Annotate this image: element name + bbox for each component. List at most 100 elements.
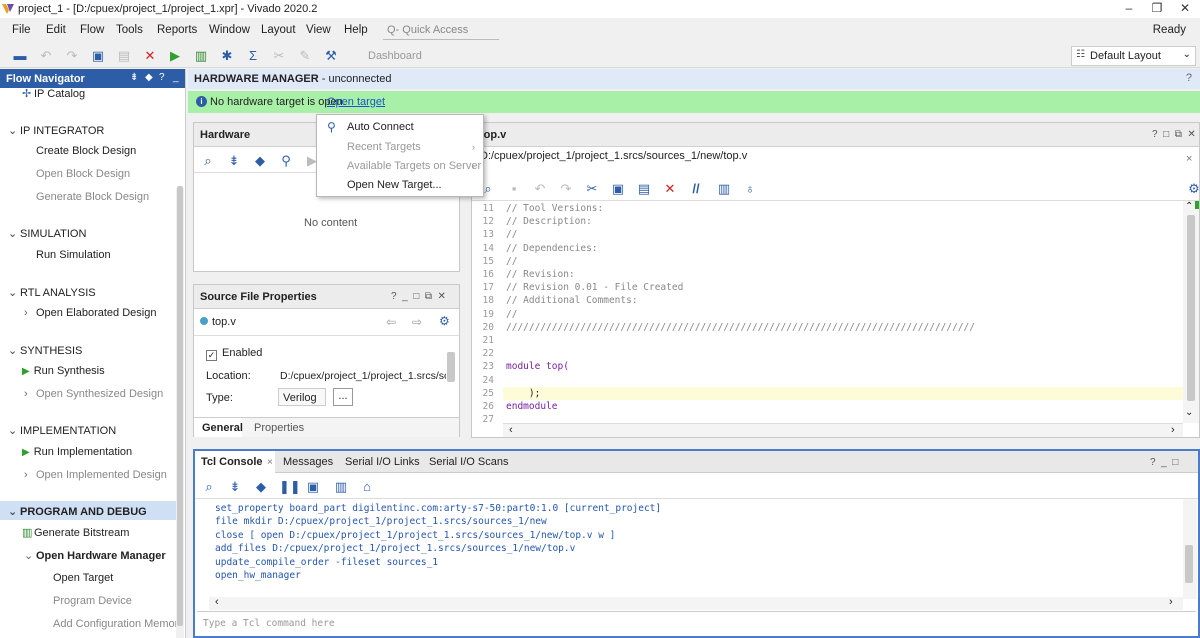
cut-icon[interactable]: ✂: [584, 181, 600, 197]
panel-controls[interactable]: ? □ ⧉ ✕: [1152, 129, 1196, 140]
code-line[interactable]: module top(: [506, 361, 569, 372]
search-icon[interactable]: ⌕: [200, 153, 216, 169]
nav-run-implementation[interactable]: ▶ Run Implementation: [22, 446, 132, 458]
tcl-horizontal-scrollbar[interactable]: ‹ ›: [209, 596, 1183, 610]
nav-create-block-design[interactable]: Create Block Design: [36, 145, 136, 157]
settings-icon[interactable]: ⚙: [439, 314, 450, 328]
code-line[interactable]: //: [506, 229, 517, 240]
copy-icon[interactable]: ▣: [90, 48, 106, 64]
back-arrow-icon[interactable]: ⇦: [386, 315, 396, 329]
collapse-all-icon[interactable]: ⇟: [130, 72, 138, 83]
menu-reports[interactable]: Reports: [157, 24, 197, 36]
sigma-icon[interactable]: Σ: [245, 48, 261, 64]
table-icon[interactable]: ▥: [333, 479, 349, 495]
tab-general[interactable]: General: [194, 418, 243, 437]
undo-icon[interactable]: ↶: [532, 181, 548, 197]
menu-view[interactable]: View: [306, 24, 331, 36]
code-line[interactable]: //: [506, 256, 517, 267]
collapse-all-icon[interactable]: ⇟: [226, 153, 242, 169]
quick-access-input[interactable]: Q- Quick Access: [383, 20, 499, 40]
nav-open-hardware-manager[interactable]: ⌄ Open Hardware Manager: [24, 549, 166, 562]
code-line[interactable]: // Dependencies:: [506, 243, 598, 254]
chevron-right-icon[interactable]: ›: [1171, 424, 1175, 436]
pause-icon[interactable]: ❚❚: [279, 479, 301, 495]
help-icon[interactable]: ?: [1186, 72, 1192, 84]
chevron-left-icon[interactable]: ‹: [509, 424, 513, 436]
nav-generate-block-design[interactable]: Generate Block Design: [36, 191, 149, 203]
maximize-button[interactable]: ❐: [1147, 1, 1167, 15]
nav-generate-bitstream[interactable]: ▥ Generate Bitstream: [22, 526, 129, 539]
menu-open-new-target[interactable]: Open New Target...: [347, 179, 442, 191]
nav-run-synthesis[interactable]: ▶ Run Synthesis: [22, 365, 105, 377]
cross-probe-icon[interactable]: ✂: [271, 48, 287, 64]
nav-section-simulation[interactable]: ⌄ SIMULATION: [8, 227, 86, 240]
menu-window[interactable]: Window: [209, 24, 250, 36]
dashboard-button[interactable]: Dashboard: [368, 50, 422, 62]
help-icon[interactable]: ?: [159, 72, 165, 83]
program-icon[interactable]: ▥: [193, 48, 209, 64]
close-path-icon[interactable]: ×: [1186, 153, 1192, 165]
tcl-scroll-thumb[interactable]: [1185, 545, 1193, 583]
type-more-button[interactable]: ...: [333, 388, 353, 406]
nav-section-rtl-analysis[interactable]: ⌄ RTL ANALYSIS: [8, 286, 96, 299]
open-target-link[interactable]: Open target: [327, 96, 385, 108]
nav-ip-catalog[interactable]: ✢ IP Catalog: [22, 87, 85, 100]
menu-available-targets[interactable]: Available Targets on Server: [347, 160, 481, 172]
nav-open-implemented-design[interactable]: › Open Implemented Design: [24, 469, 167, 481]
nav-section-synthesis[interactable]: ⌄ SYNTHESIS: [8, 344, 82, 357]
forward-arrow-icon[interactable]: ⇨: [412, 315, 422, 329]
nav-open-synthesized-design[interactable]: › Open Synthesized Design: [24, 388, 163, 400]
nav-open-target[interactable]: Open Target: [53, 572, 113, 584]
menu-auto-connect[interactable]: Auto Connect: [347, 121, 414, 133]
chevron-down-icon[interactable]: ⌄: [1185, 407, 1193, 418]
collapse-all-icon[interactable]: ⇟: [227, 479, 243, 495]
edit-icon[interactable]: ✎: [297, 48, 313, 64]
close-window-button[interactable]: ✕: [1175, 1, 1195, 15]
save-icon[interactable]: ▪: [506, 181, 522, 197]
expand-all-icon[interactable]: ◆: [253, 479, 269, 495]
tab-properties[interactable]: Properties: [254, 422, 304, 434]
nav-add-configuration-memory[interactable]: Add Configuration Memory D: [53, 618, 185, 630]
menu-help[interactable]: Help: [344, 24, 368, 36]
menu-layout[interactable]: Layout: [261, 24, 296, 36]
menu-edit[interactable]: Edit: [46, 24, 66, 36]
layout-select[interactable]: ☷ Default Layout ⌄: [1071, 46, 1196, 66]
tab-serial-io-links[interactable]: Serial I/O Links: [345, 451, 420, 473]
code-line[interactable]: endmodule: [506, 401, 557, 412]
tcl-vertical-scrollbar[interactable]: [1183, 499, 1197, 599]
editor-vertical-scrollbar[interactable]: ⌃ ⌄: [1183, 201, 1199, 423]
panel-controls[interactable]: ? _ □: [1150, 457, 1178, 468]
code-line[interactable]: // Additional Comments:: [506, 295, 638, 306]
run-icon[interactable]: ▶: [167, 48, 183, 64]
code-line[interactable]: // Revision 0.01 - File Created: [506, 282, 683, 293]
nav-section-ip-integrator[interactable]: ⌄ IP INTEGRATOR: [8, 124, 104, 137]
expand-all-icon[interactable]: ◆: [252, 153, 268, 169]
panel-controls[interactable]: ? _ □ ⧉ ✕: [391, 291, 446, 302]
tools-icon[interactable]: ⚒: [323, 48, 339, 64]
code-line[interactable]: );: [506, 388, 540, 399]
tab-serial-io-scans[interactable]: Serial I/O Scans: [429, 451, 508, 473]
tcl-command-input[interactable]: Type a Tcl command here: [197, 611, 1196, 633]
comment-icon[interactable]: //: [688, 181, 704, 197]
expand-icon[interactable]: ◆: [145, 72, 153, 83]
code-line[interactable]: //: [506, 309, 517, 320]
lightbulb-icon[interactable]: ♁: [742, 181, 758, 197]
code-line[interactable]: // Revision:: [506, 269, 575, 280]
trash-icon[interactable]: ⌂: [359, 479, 375, 495]
chevron-up-icon[interactable]: ⌃: [1185, 201, 1193, 212]
close-tab-icon[interactable]: ×: [267, 457, 273, 468]
delete-icon[interactable]: ✕: [662, 181, 678, 197]
open-project-icon[interactable]: ▬: [12, 48, 28, 64]
nav-run-simulation[interactable]: Run Simulation: [36, 249, 111, 261]
redo-icon[interactable]: ↷: [558, 181, 574, 197]
minimize-panel-icon[interactable]: _: [173, 72, 179, 83]
menu-recent-targets[interactable]: Recent Targets: [347, 141, 421, 153]
flow-navigator-scroll-thumb[interactable]: [177, 186, 183, 626]
nav-open-block-design[interactable]: Open Block Design: [36, 168, 130, 180]
paste-icon[interactable]: ▤: [116, 48, 132, 64]
enabled-checkbox[interactable]: ✓ Enabled: [206, 347, 262, 361]
auto-connect-icon[interactable]: ⚲: [278, 153, 294, 169]
menu-flow[interactable]: Flow: [80, 24, 104, 36]
nav-open-elaborated-design[interactable]: › Open Elaborated Design: [24, 307, 156, 319]
nav-program-device[interactable]: Program Device: [53, 595, 132, 607]
